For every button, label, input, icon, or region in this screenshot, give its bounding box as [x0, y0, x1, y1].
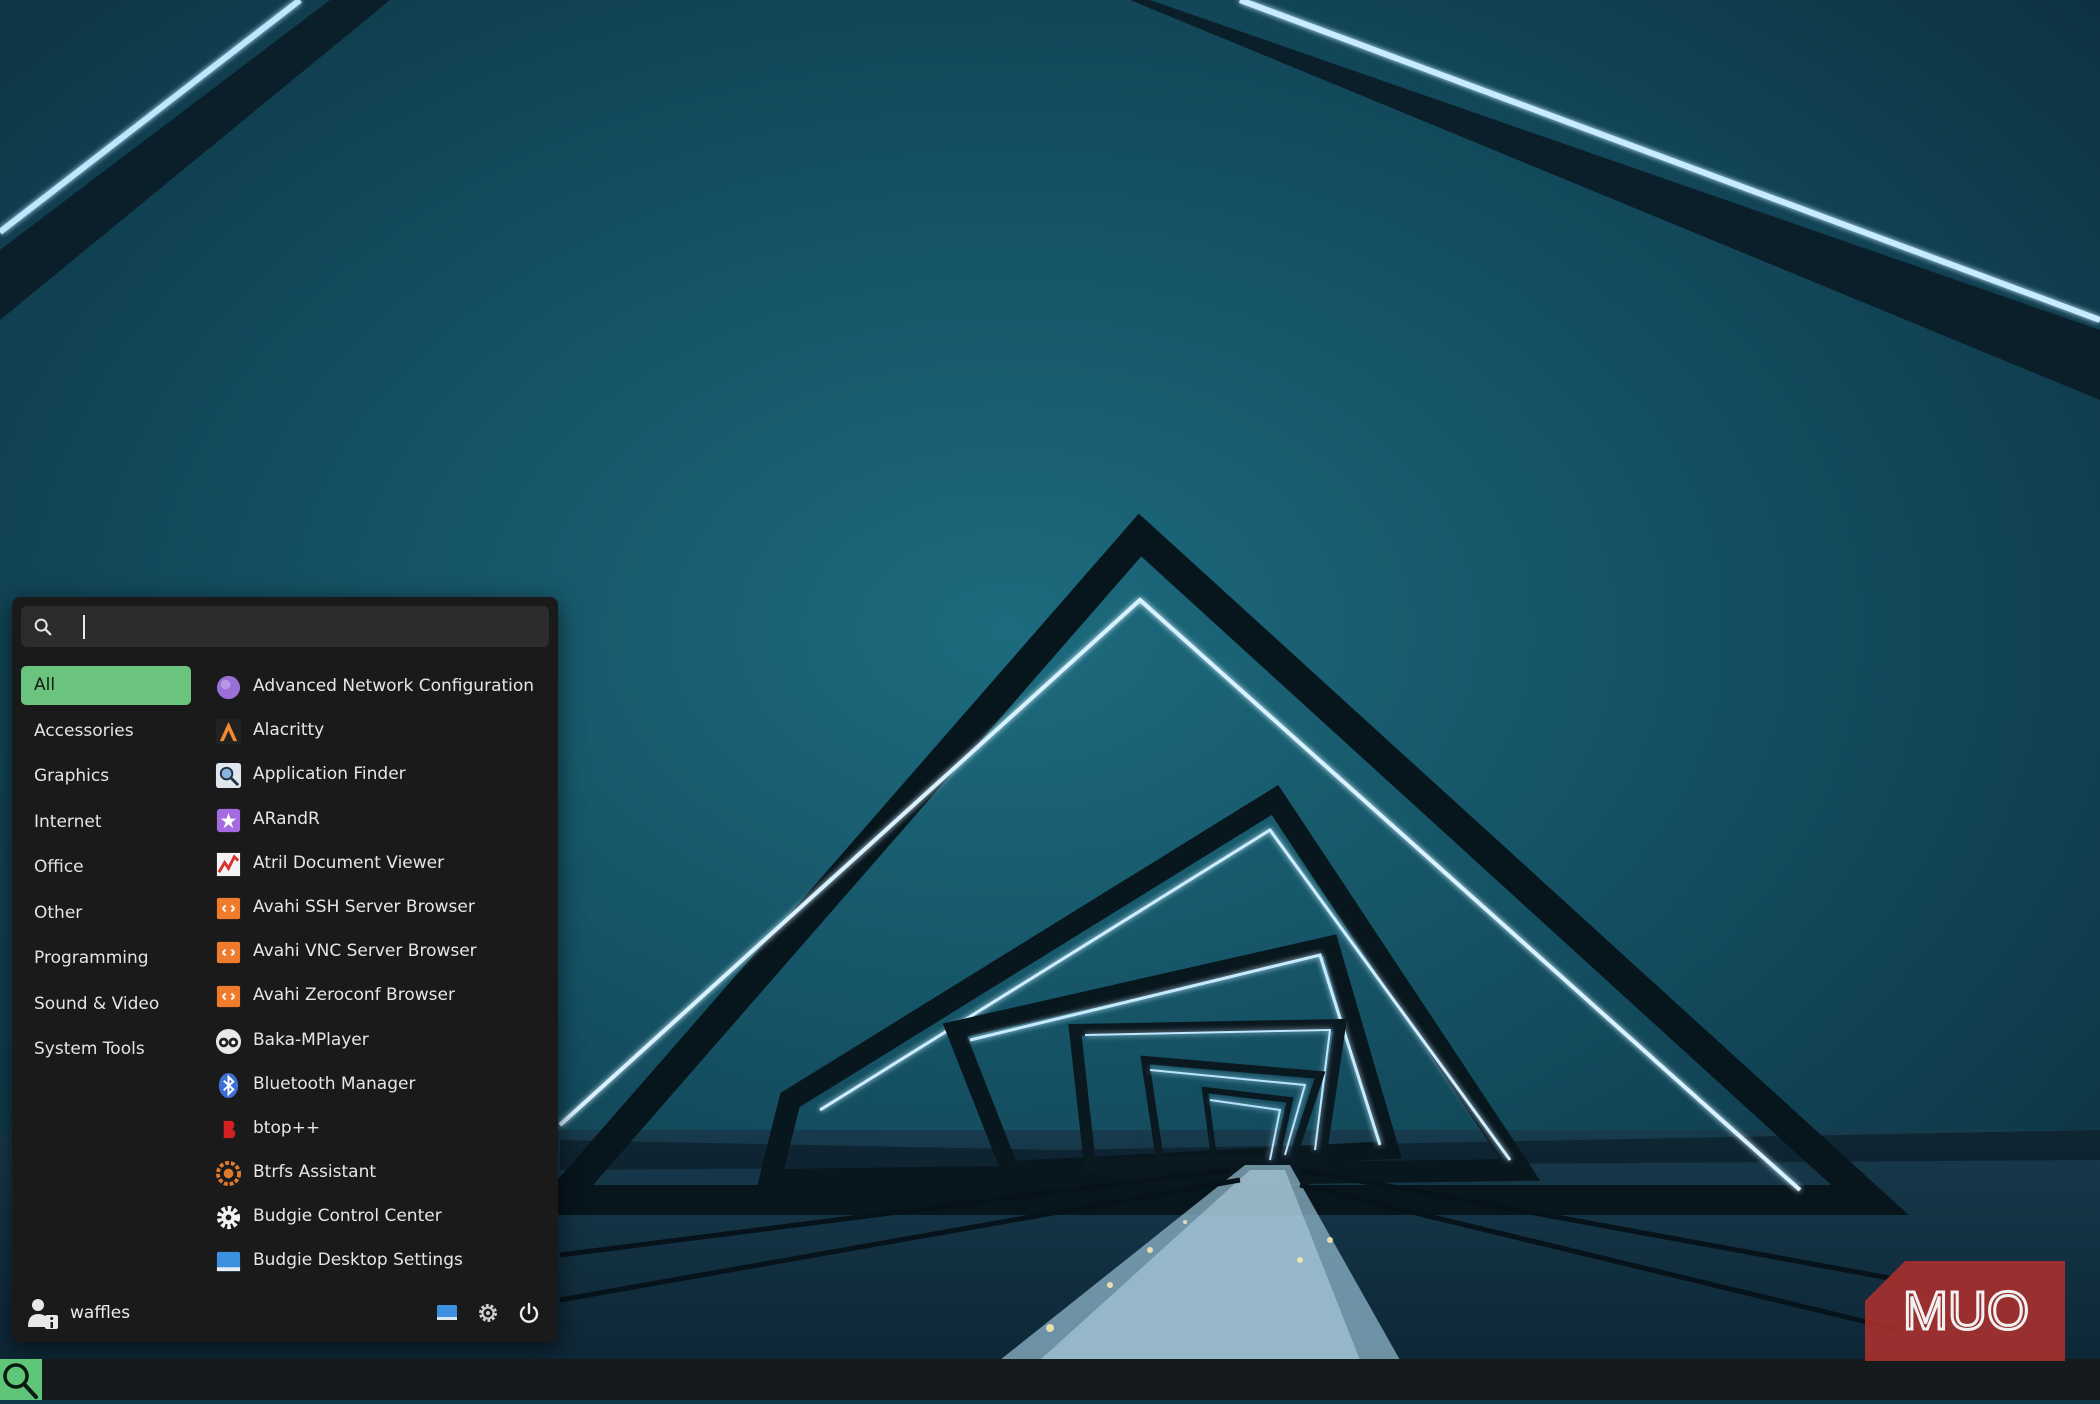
avahi-zeroconf-icon	[216, 986, 241, 1008]
category-sound-video[interactable]: Sound & Video	[21, 985, 191, 1024]
search-icon	[3, 1363, 38, 1399]
app-label: Avahi Zeroconf Browser	[253, 985, 455, 1006]
btrfs-assistant-icon	[215, 1161, 242, 1187]
app-finder-icon	[215, 763, 242, 789]
app-label: Budgie Control Center	[253, 1206, 442, 1227]
app-item-avahi-ssh-server-browser[interactable]: Avahi SSH Server Browser	[211, 887, 551, 931]
avahi-ssh-icon	[216, 897, 241, 920]
app-label: Bluetooth Manager	[253, 1073, 416, 1094]
search-box[interactable]	[21, 606, 549, 647]
category-system-tools[interactable]: System Tools	[21, 1030, 191, 1069]
app-item-baka-mplayer[interactable]: Baka-MPlayer	[211, 1020, 551, 1064]
app-label: btop++	[253, 1117, 321, 1138]
arandr-icon	[216, 808, 241, 832]
atril-icon	[216, 852, 241, 876]
app-item-btrfs-assistant[interactable]: Btrfs Assistant	[211, 1152, 551, 1196]
category-other[interactable]: Other	[21, 894, 191, 933]
category-programming[interactable]: Programming	[21, 939, 191, 978]
app-item-avahi-vnc-server-browser[interactable]: Avahi VNC Server Browser	[211, 931, 551, 975]
display-icon[interactable]	[435, 1301, 459, 1325]
app-label: Alacritty	[253, 720, 325, 741]
app-label: Baka-MPlayer	[253, 1029, 369, 1050]
power-icon[interactable]	[517, 1301, 541, 1325]
network-config-icon	[216, 675, 241, 700]
app-item-alacritty[interactable]: Alacritty	[211, 710, 551, 754]
app-label: Avahi VNC Server Browser	[253, 941, 477, 962]
app-label: Avahi SSH Server Browser	[253, 896, 475, 917]
avahi-vnc-icon	[216, 942, 241, 964]
category-office[interactable]: Office	[21, 848, 191, 887]
app-item-budgie-control-center[interactable]: Budgie Control Center	[211, 1196, 551, 1240]
application-list: Advanced Network Configuration Alacritty…	[211, 666, 551, 1285]
settings-icon[interactable]	[476, 1301, 500, 1325]
muo-watermark-logo: MUO	[1865, 1261, 2065, 1361]
app-item-bluetooth-manager[interactable]: Bluetooth Manager	[211, 1064, 551, 1108]
app-item-application-finder[interactable]: Application Finder	[211, 754, 551, 798]
category-internet[interactable]: Internet	[21, 803, 191, 842]
app-item-btop[interactable]: btop++	[211, 1108, 551, 1152]
app-item-budgie-desktop-settings[interactable]: Budgie Desktop Settings	[211, 1240, 551, 1284]
app-label: Advanced Network Configuration	[253, 676, 535, 696]
user-name: waffles	[70, 1303, 131, 1323]
app-item-avahi-zeroconf-browser[interactable]: Avahi Zeroconf Browser	[211, 975, 551, 1019]
menu-footer: waffles	[12, 1287, 558, 1342]
gear-icon	[216, 1206, 241, 1230]
user-info-icon[interactable]	[26, 1297, 60, 1331]
bluetooth-icon	[218, 1072, 239, 1098]
category-list: All Accessories Graphics Internet Office…	[21, 666, 191, 1076]
app-label: Atril Document Viewer	[253, 852, 445, 873]
alacritty-icon	[215, 719, 242, 745]
app-item-advanced-network-configuration[interactable]: Advanced Network Configuration	[211, 666, 551, 710]
text-caret	[83, 615, 85, 639]
app-label: Btrfs Assistant	[253, 1162, 377, 1183]
search-input[interactable]	[71, 609, 545, 646]
watermark-text: MUO	[1903, 1281, 2029, 1341]
app-item-arandr[interactable]: ARandR	[211, 799, 551, 843]
category-accessories[interactable]: Accessories	[21, 712, 191, 751]
category-all[interactable]: All	[21, 666, 191, 705]
desktop-settings-icon	[216, 1252, 241, 1272]
app-label: Application Finder	[253, 764, 406, 785]
search-icon	[34, 618, 52, 636]
application-menu: All Accessories Graphics Internet Office…	[12, 597, 558, 1342]
btop-icon	[219, 1117, 238, 1141]
category-graphics[interactable]: Graphics	[21, 757, 191, 796]
app-label: ARandR	[253, 808, 320, 829]
app-label: Budgie Desktop Settings	[253, 1250, 463, 1271]
baka-mplayer-icon	[215, 1028, 242, 1054]
app-item-atril-document-viewer[interactable]: Atril Document Viewer	[211, 843, 551, 887]
bottom-panel	[0, 1359, 2100, 1400]
menu-launcher-button[interactable]	[0, 1359, 42, 1400]
